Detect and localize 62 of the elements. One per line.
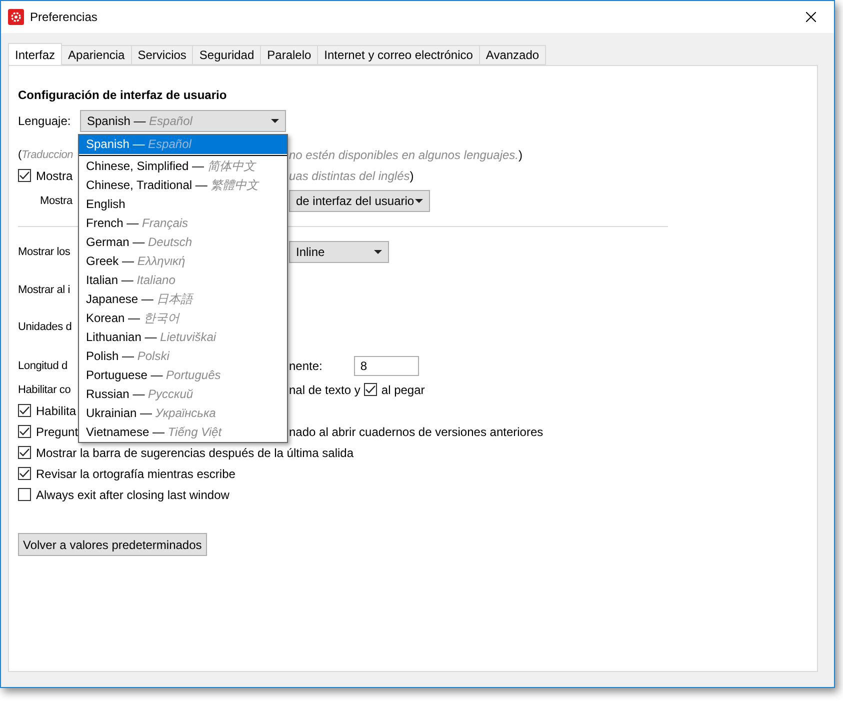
language-dropdown[interactable]: Spanish — Español — [80, 110, 286, 132]
checkbox[interactable] — [18, 467, 31, 480]
option-label: Mostrar la barra de sugerencias después de la última salida — [36, 446, 354, 460]
language-option[interactable]: English — [79, 195, 287, 214]
app-icon — [8, 9, 24, 25]
tab[interactable]: Servicios — [130, 45, 194, 65]
language-option[interactable]: Japanese — 日本語 — [79, 290, 287, 309]
option-label: Mostrar los — [18, 246, 70, 258]
option-label: uas distintas del inglés) — [289, 168, 414, 182]
language-option[interactable]: German — Deutsch — [79, 233, 287, 252]
option-label: Pregunt — [36, 424, 78, 438]
option-label: Longitud d — [18, 360, 68, 372]
reset-defaults-button[interactable]: Volver a valores predeterminados — [18, 533, 207, 556]
option-label: Mostra — [36, 168, 73, 182]
checkbox[interactable] — [18, 488, 31, 501]
checkbox[interactable] — [18, 404, 31, 417]
language-option[interactable]: Korean — 한국어 — [79, 309, 287, 328]
tab[interactable]: Paralelo — [260, 45, 318, 65]
language-option[interactable]: Polish — Polski — [79, 347, 287, 366]
option-label: Habilitar co — [18, 384, 71, 396]
caret-icon — [415, 198, 423, 202]
option-label: (Traduccion — [18, 148, 74, 160]
tab[interactable]: Avanzado — [478, 45, 546, 65]
tab[interactable]: Interfaz — [8, 43, 62, 65]
language-option[interactable]: Greek — Ελληνική — [79, 252, 287, 271]
checkbox[interactable] — [18, 169, 31, 182]
section-heading: Configuración de interfaz de usuario — [18, 88, 228, 104]
tab[interactable]: Seguridad — [192, 45, 262, 65]
caret-icon — [374, 250, 382, 254]
window-title: Preferencias — [30, 10, 98, 24]
option-label: Mostrar al i — [18, 284, 70, 296]
language-option[interactable]: Vietnamese — Tiếng Việt — [79, 423, 287, 442]
dropdown[interactable]: de interfaz del usuario — [289, 190, 430, 212]
tab[interactable]: Apariencia — [61, 45, 132, 65]
option-label: no estén disponibles en algunos lenguajes.) — [289, 148, 523, 162]
option-label: Unidades d — [18, 320, 72, 332]
tab[interactable]: Internet y correo electrónico — [317, 45, 480, 65]
option-label: nente: — [289, 359, 322, 373]
option-label: Mostra — [39, 194, 72, 206]
language-option[interactable]: Chinese, Simplified — 简体中文 — [79, 157, 287, 176]
language-label: Lenguaje: — [18, 114, 72, 128]
language-option[interactable]: Chinese, Traditional — 繁體中文 — [79, 176, 287, 195]
close-icon — [806, 12, 816, 22]
option-label: al pegar — [381, 382, 425, 396]
option-label: Always exit after closing last window — [36, 488, 230, 502]
option-label: nal de texto y — [289, 382, 360, 396]
language-option[interactable]: Italian — Italiano — [79, 271, 287, 290]
language-option[interactable]: Lithuanian — Lietuviškai — [79, 328, 287, 347]
caret-icon — [271, 119, 279, 123]
dropdown[interactable]: Inline — [289, 240, 389, 262]
input-field[interactable]: 8 — [354, 356, 420, 376]
language-option[interactable]: French — Français — [79, 214, 287, 233]
language-option[interactable]: Spanish — Español — [79, 135, 287, 154]
checkbox[interactable] — [18, 446, 31, 459]
checkbox[interactable] — [18, 425, 31, 438]
language-option[interactable]: Ukrainian — Українська — [79, 404, 287, 423]
checkbox[interactable] — [364, 383, 378, 396]
option-label: nado al abrir cuadernos de versiones anteriores — [289, 424, 544, 438]
language-option[interactable]: Portuguese — Português — [79, 366, 287, 385]
option-label: Habilita — [36, 404, 76, 418]
option-label: Revisar la ortografía mientras escribe — [36, 466, 236, 480]
language-option[interactable]: Russian — Русский — [79, 385, 287, 404]
